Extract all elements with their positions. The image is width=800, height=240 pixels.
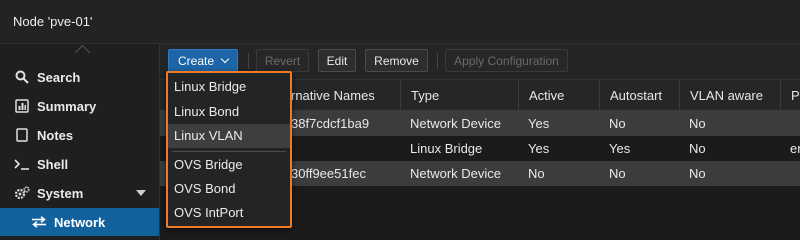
menu-item-ovs-bridge[interactable]: OVS Bridge [168,153,290,177]
menu-item-ovs-bond[interactable]: OVS Bond [168,177,290,201]
cell-ports [780,111,800,136]
cell-autostart: No [609,166,626,181]
cell-autostart: No [609,116,626,131]
cell-type: Network Device [410,166,502,181]
cell-active: Yes [528,141,550,156]
column-header-alternative-names[interactable]: rnative Names [281,80,400,111]
cell-vlan-aware: No [689,166,706,181]
edit-button[interactable]: Edit [318,49,356,72]
create-label: Create [177,53,215,68]
sidebar-item-notes[interactable]: Notes [0,121,159,149]
cell-active: No [528,166,545,181]
toolbar-separator [437,53,438,69]
scroll-up-icon[interactable] [74,44,91,61]
chevron-down-icon [220,54,230,64]
menu-separator [172,151,286,152]
cell-autostart: Yes [609,141,631,156]
column-header-vlan-aware[interactable]: VLAN aware [679,80,780,111]
apply-configuration-button[interactable]: Apply Configuration [445,49,568,72]
cell-alternative-names: 30ff9ee51fec [291,166,366,181]
menu-item-ovs-intport[interactable]: OVS IntPort [168,201,290,225]
cell-vlan-aware: No [689,116,706,131]
column-header-ports[interactable]: Po [780,80,800,111]
menu-item-linux-bridge[interactable]: Linux Bridge [168,75,290,99]
window-title: Node 'pve-01' [13,14,93,29]
cell-active: Yes [528,116,550,131]
sidebar-item-summary[interactable]: Summary [0,92,159,120]
toolbar-separator [248,53,249,69]
sidebar-item-label: System [37,185,84,201]
cell-type: Linux Bridge [410,141,483,156]
notes-icon [13,127,31,143]
terminal-icon [13,156,31,172]
create-button[interactable]: Create [168,49,238,72]
sidebar-item-shell[interactable]: Shell [0,150,159,178]
cell-type: Network Device [410,116,502,131]
search-icon [13,69,31,85]
gears-icon [13,185,31,201]
menu-item-linux-bond[interactable]: Linux Bond [168,100,290,124]
cell-alternative-names [281,136,400,161]
cell-ports [780,161,800,186]
sidebar-item-network[interactable]: Network [0,208,159,236]
title-bar: Node 'pve-01' [0,0,800,44]
cell-alternative-names: 38f7cdcf1ba9 [291,116,370,131]
chevron-down-icon[interactable] [136,190,146,196]
sidebar-item-label: Search [37,69,81,85]
menu-item-linux-vlan[interactable]: Linux VLAN [168,124,290,148]
create-dropdown-menu: Linux Bridge Linux Bond Linux VLAN OVS B… [166,71,292,228]
cell-vlan-aware: No [689,141,706,156]
network-icon [30,214,48,230]
sidebar-item-label: Summary [37,98,97,114]
revert-button[interactable]: Revert [256,49,309,72]
sidebar-item-system[interactable]: System [0,179,159,207]
column-header-active[interactable]: Active [518,80,599,111]
cell-ports: en [790,141,800,156]
sidebar-item-search[interactable]: Search [0,63,159,91]
remove-button[interactable]: Remove [365,49,428,72]
column-header-autostart[interactable]: Autostart [599,80,679,111]
sidebar: Search Summary Notes Shell System Networ… [0,44,160,240]
sidebar-item-label: Network [54,214,106,230]
column-header-type[interactable]: Type [400,80,518,111]
sidebar-item-label: Shell [37,156,69,172]
summary-icon [13,98,31,114]
sidebar-item-label: Notes [37,127,74,143]
